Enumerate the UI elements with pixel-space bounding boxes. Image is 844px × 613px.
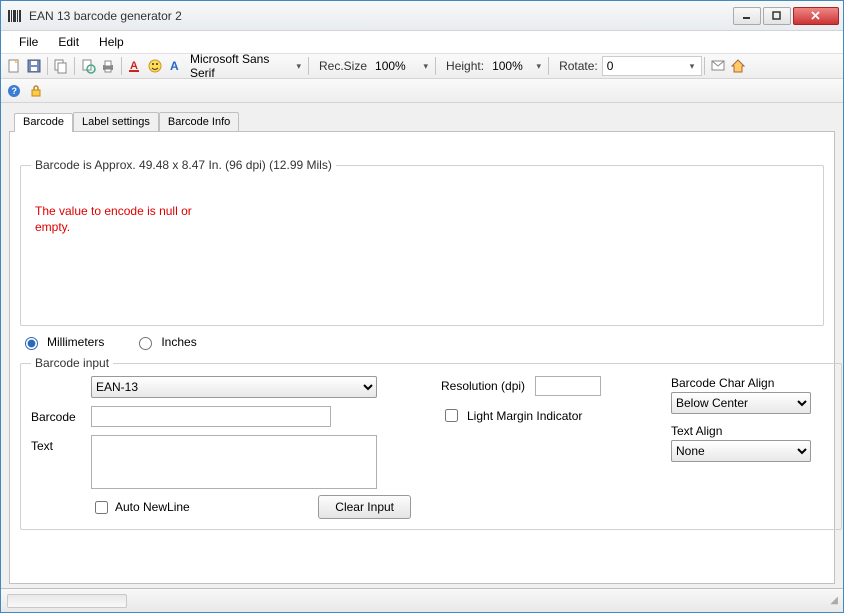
tab-barcode[interactable]: Barcode xyxy=(14,113,73,132)
app-window: EAN 13 barcode generator 2 File Edit Hel… xyxy=(0,0,844,613)
help-icon[interactable]: ? xyxy=(5,82,23,100)
resolution-label: Resolution (dpi) xyxy=(441,379,525,393)
unit-radio-group: Millimeters Inches xyxy=(20,334,824,350)
export-icon[interactable] xyxy=(709,57,727,75)
recsize-combo[interactable]: 100% xyxy=(371,56,431,76)
lock-icon[interactable] xyxy=(27,82,45,100)
statusbar: ◢ xyxy=(1,588,843,612)
home-icon[interactable] xyxy=(729,57,747,75)
recsize-label: Rec.Size xyxy=(319,59,367,73)
window-title: EAN 13 barcode generator 2 xyxy=(29,9,733,23)
barcode-input-legend: Barcode input xyxy=(31,356,113,370)
font-color-icon[interactable]: A xyxy=(126,57,144,75)
svg-text:?: ? xyxy=(12,86,18,96)
height-label: Height: xyxy=(446,59,484,73)
error-message: The value to encode is null or empty. xyxy=(35,204,195,235)
height-combo[interactable]: 100% xyxy=(488,56,544,76)
emoji-icon[interactable] xyxy=(146,57,164,75)
char-align-combo[interactable]: Below Center xyxy=(671,392,811,414)
progress-bar xyxy=(7,594,127,608)
char-align-label: Barcode Char Align xyxy=(671,376,831,390)
maximize-button[interactable] xyxy=(763,7,791,25)
svg-text:A: A xyxy=(170,59,179,73)
font-family-combo[interactable]: Microsoft Sans Serif xyxy=(186,56,304,76)
save-icon[interactable] xyxy=(25,57,43,75)
radio-inches[interactable]: Inches xyxy=(134,334,196,350)
text-input[interactable] xyxy=(91,435,377,489)
light-margin-checkbox[interactable]: Light Margin Indicator xyxy=(441,406,641,425)
preview-group: Barcode is Approx. 49.48 x 8.47 In. (96 … xyxy=(20,158,824,326)
rotate-label: Rotate: xyxy=(559,59,598,73)
auto-newline-checkbox[interactable]: Auto NewLine xyxy=(91,498,190,517)
barcode-label: Barcode xyxy=(31,410,91,424)
toolbar-2: ? xyxy=(1,79,843,103)
text-align-label: Text Align xyxy=(671,424,831,438)
text-align-combo[interactable]: None xyxy=(671,440,811,462)
tab-control: Barcode Label settings Barcode Info Barc… xyxy=(9,131,835,584)
resize-grip-icon[interactable]: ◢ xyxy=(830,595,837,606)
app-icon xyxy=(7,8,23,24)
preview-legend: Barcode is Approx. 49.48 x 8.47 In. (96 … xyxy=(31,158,336,172)
titlebar[interactable]: EAN 13 barcode generator 2 xyxy=(1,1,843,31)
minimize-button[interactable] xyxy=(733,7,761,25)
rotate-input[interactable] xyxy=(602,56,702,76)
text-label: Text xyxy=(31,435,91,453)
toolbar: A A Microsoft Sans Serif Rec.Size 100% H… xyxy=(1,53,843,79)
client-area: Barcode Label settings Barcode Info Barc… xyxy=(1,103,843,588)
copy-icon[interactable] xyxy=(52,57,70,75)
font-icon[interactable]: A xyxy=(166,57,184,75)
print-icon[interactable] xyxy=(99,57,117,75)
menubar: File Edit Help xyxy=(1,31,843,53)
barcode-type-combo[interactable]: EAN-13 xyxy=(91,376,377,398)
clear-input-button[interactable]: Clear Input xyxy=(318,495,411,519)
close-button[interactable] xyxy=(793,7,839,25)
resolution-input[interactable] xyxy=(535,376,601,396)
menu-edit[interactable]: Edit xyxy=(48,33,89,51)
menu-file[interactable]: File xyxy=(9,33,48,51)
tab-barcode-info[interactable]: Barcode Info xyxy=(159,112,239,131)
barcode-input[interactable] xyxy=(91,406,331,427)
tab-label-settings[interactable]: Label settings xyxy=(73,112,159,131)
print-preview-icon[interactable] xyxy=(79,57,97,75)
radio-millimeters[interactable]: Millimeters xyxy=(20,334,104,350)
barcode-input-group: Barcode input EAN-13 Barcode xyxy=(20,356,842,530)
menu-help[interactable]: Help xyxy=(89,33,134,51)
new-icon[interactable] xyxy=(5,57,23,75)
